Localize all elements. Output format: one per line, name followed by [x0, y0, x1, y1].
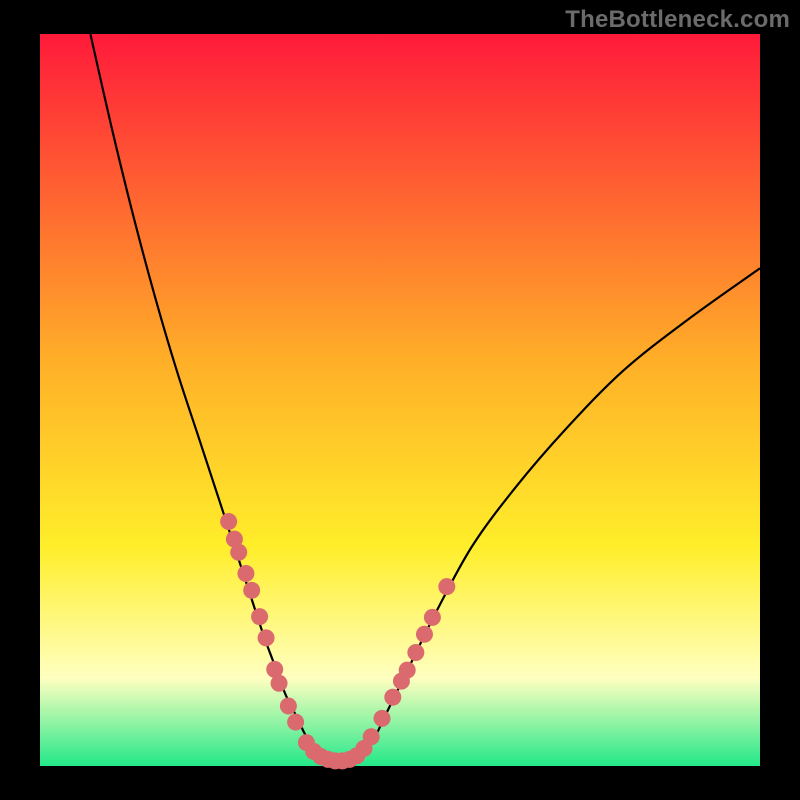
highlight-dot: [258, 629, 275, 646]
highlight-dot: [363, 728, 380, 745]
highlight-dot: [243, 582, 260, 599]
highlight-dot: [230, 544, 247, 561]
highlight-dot: [237, 565, 254, 582]
highlight-dot: [374, 710, 391, 727]
chart-svg: [0, 0, 800, 800]
watermark-text: TheBottleneck.com: [565, 6, 790, 34]
highlight-dot: [416, 626, 433, 643]
highlight-dot: [424, 609, 441, 626]
bottleneck-chart: TheBottleneck.com: [0, 0, 800, 800]
highlight-dot: [287, 714, 304, 731]
highlight-dot: [280, 697, 297, 714]
highlight-dot: [251, 608, 268, 625]
highlight-dot: [220, 513, 237, 530]
plot-area: [40, 34, 760, 766]
highlight-dot: [384, 689, 401, 706]
highlight-dot: [271, 675, 288, 692]
highlight-dot: [399, 662, 416, 679]
highlight-dot: [438, 578, 455, 595]
highlight-dot: [407, 644, 424, 661]
